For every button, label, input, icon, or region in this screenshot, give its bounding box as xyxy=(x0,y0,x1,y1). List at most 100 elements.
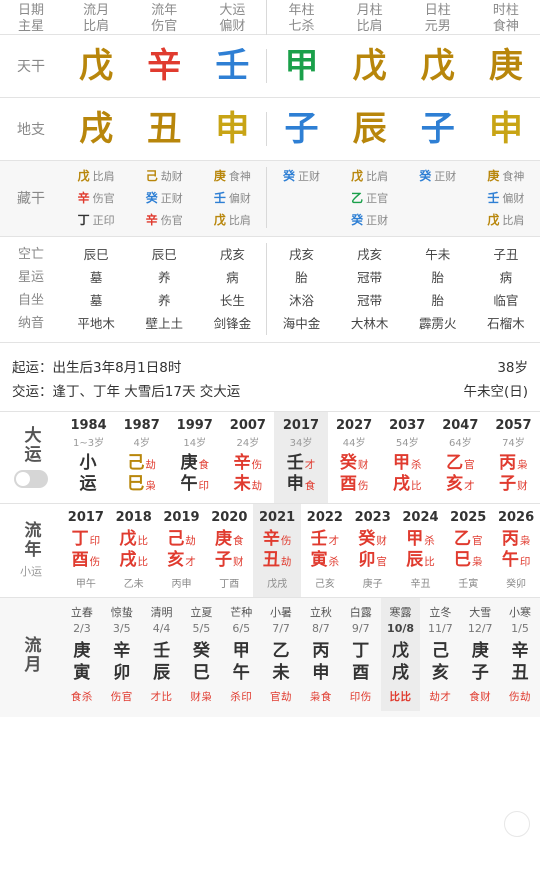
liunian-label-col: 流年 小运 xyxy=(0,504,62,598)
liunian-branch-ten: 枭 xyxy=(472,555,483,568)
liunian-stem-ten: 伤 xyxy=(280,534,292,547)
liunian-stem-ten: 官 xyxy=(472,534,483,547)
solar-term: 立冬 xyxy=(429,606,452,619)
dayun-branch: 子 xyxy=(499,474,517,495)
liuyue-ten-gods: 食杀 xyxy=(70,691,93,704)
dayun-toggle[interactable] xyxy=(14,470,48,489)
dayun-age: 34岁 xyxy=(289,438,313,449)
liuyue-cell-selected[interactable]: 寒露 10/8 戊 戌 比比 xyxy=(380,598,421,712)
pillar-table: 日期 主星 流月 比肩 流年 伤官 大运 偏财 年柱 七杀 月柱 比肩 日柱 元… xyxy=(0,0,540,160)
liuyue-cell[interactable]: 立夏 5/5 癸 巳 财枭 xyxy=(181,598,221,711)
dayun-cell[interactable]: 2057 74岁 丙枭 子财 xyxy=(487,412,540,503)
liuyue-branch: 酉 xyxy=(352,663,370,684)
tiangan-char: 壬 xyxy=(215,46,250,86)
liuyue-stem: 辛 xyxy=(113,641,131,661)
kongwang-value: 戌亥 xyxy=(357,247,383,262)
dayun-cell[interactable]: 1987 4岁 己劫 巳枭 xyxy=(115,412,168,503)
header-bottom-label: 七杀 xyxy=(288,19,315,34)
dayun-age: 74岁 xyxy=(502,438,525,449)
solar-term-date: 7/7 xyxy=(272,622,290,635)
liuyue-cell[interactable]: 大雪 12/7 庚 子 食财 xyxy=(460,598,500,711)
liunian-branch: 卯 xyxy=(358,549,376,570)
dayun-stem-ten: 劫 xyxy=(145,459,156,471)
liunian-branch: 酉 xyxy=(71,549,89,570)
dayun-cell[interactable]: 2037 54岁 甲杀 戌比 xyxy=(381,412,434,503)
header-top-label: 日柱 xyxy=(424,3,451,18)
hidden-stem-char: 癸 xyxy=(145,191,158,205)
liuyue-cell[interactable]: 立春 2/3 庚 寅 食杀 xyxy=(62,598,102,711)
solar-term-date: 10/8 xyxy=(387,622,415,635)
solar-term-date: 2/3 xyxy=(73,622,91,635)
dayun-cell[interactable]: 2007 24岁 辛伤 未劫 xyxy=(221,412,274,503)
xiaoyun-value: 丙申 xyxy=(171,579,192,590)
dayun-band: 大运 1984 1~3岁 小 运 1987 4岁 己劫 巳枭 1997 14岁 … xyxy=(0,411,540,503)
liunian-branch: 巳 xyxy=(454,549,472,570)
hidden-stem-ten: 食神 xyxy=(502,170,525,183)
solar-term: 芒种 xyxy=(230,606,253,619)
liuyue-cell[interactable]: 惊蛰 3/5 辛 卯 伤官 xyxy=(102,598,142,711)
liuyue-cell[interactable]: 白露 9/7 丁 酉 印伤 xyxy=(341,598,381,711)
liuyue-cell[interactable]: 芒种 6/5 甲 午 杀印 xyxy=(221,598,261,711)
liunian-stem-ten: 枭 xyxy=(519,534,531,547)
liunian-cell[interactable]: 2020 庚食 子财 丁酉 xyxy=(205,504,253,598)
xingyun-value: 病 xyxy=(226,270,239,285)
solar-term: 惊蛰 xyxy=(110,606,133,619)
zizuo-value: 冠带 xyxy=(357,293,383,308)
hidden-stem-char: 癸 xyxy=(282,169,295,183)
dizhi-char: 申 xyxy=(215,109,250,149)
liunian-band: 流年 小运 2017 丁印 酉伤 甲午 2018 戊比 戌比 乙未 2019 己… xyxy=(0,502,540,598)
dayun-cell[interactable]: 1984 1~3岁 小 运 xyxy=(62,412,115,503)
dayun-cell[interactable]: 2047 64岁 乙官 亥才 xyxy=(434,412,487,503)
liunian-cell[interactable]: 2026 丙枭 午印 癸卯 xyxy=(492,504,540,598)
liuyue-cell[interactable]: 立秋 8/7 丙 申 枭食 xyxy=(301,598,341,711)
liuyue-cell[interactable]: 小暑 7/7 乙 未 官劫 xyxy=(261,598,301,711)
hidden-stems-col: 癸正财 xyxy=(266,167,335,228)
hidden-stem-char: 庚 xyxy=(213,169,226,183)
liunian-stem: 壬 xyxy=(310,528,328,549)
liunian-branch: 午 xyxy=(501,549,519,570)
hidden-stem-char: 壬 xyxy=(487,191,500,205)
liuyue-branch: 寅 xyxy=(73,663,91,684)
liuyue-stem: 丁 xyxy=(352,641,370,661)
liunian-branch: 寅 xyxy=(310,549,328,570)
liuyue-cell[interactable]: 立冬 11/7 己 亥 劫才 xyxy=(420,598,460,711)
hidden-stem-char: 癸 xyxy=(351,213,364,227)
liuyue-cell[interactable]: 清明 4/4 壬 辰 才比 xyxy=(142,598,182,711)
liunian-cell[interactable]: 2019 己劫 亥才 丙申 xyxy=(158,504,206,598)
dayun-age: 24岁 xyxy=(236,438,260,449)
dayun-branch: 午 xyxy=(180,474,198,495)
liunian-cell[interactable]: 2025 乙官 巳枭 壬寅 xyxy=(444,504,492,598)
dayun-branch: 运 xyxy=(79,474,97,495)
dayun-cell-selected[interactable]: 2017 34岁 壬才 申食 xyxy=(274,412,328,503)
liuyue-branch: 戌 xyxy=(392,663,410,684)
dayun-cell[interactable]: 1997 14岁 庚食 午印 xyxy=(168,412,221,503)
tiangan-char: 戊 xyxy=(420,46,455,86)
liunian-stem: 乙 xyxy=(454,528,472,549)
liunian-cell[interactable]: 2024 甲杀 辰比 辛丑 xyxy=(397,504,445,598)
liunian-branch: 亥 xyxy=(167,549,185,570)
liunian-cell[interactable]: 2017 丁印 酉伤 甲午 xyxy=(62,504,110,598)
dayun-stem-ten: 财 xyxy=(357,459,369,471)
aux-col: 辰巳 墓 墓 平地木 xyxy=(62,243,130,335)
liuyue-cell[interactable]: 小寒 1/5 辛 丑 伤劫 xyxy=(500,598,540,711)
liunian-branch-ten: 劫 xyxy=(280,555,292,568)
liunian-cell[interactable]: 2023 癸财 卯官 庚子 xyxy=(349,504,397,598)
dayun-cell[interactable]: 2027 44岁 癸财 酉伤 xyxy=(328,412,381,503)
liunian-stem: 丁 xyxy=(71,528,89,549)
liunian-branch-ten: 财 xyxy=(233,555,244,568)
liunian-cell[interactable]: 2022 壬才 寅杀 己亥 xyxy=(301,504,349,598)
liuyue-stem: 辛 xyxy=(511,641,529,661)
xingyun-value: 病 xyxy=(499,270,513,285)
liuyue-ten-gods: 才比 xyxy=(150,691,173,704)
dayun-branch: 酉 xyxy=(339,474,357,495)
dayun-stem: 辛 xyxy=(233,453,251,473)
hidden-stem-ten: 比肩 xyxy=(92,170,115,183)
liunian-year: 2022 xyxy=(306,509,343,525)
liunian-cell[interactable]: 2018 戊比 戌比 乙未 xyxy=(110,504,158,598)
dizhi-char: 子 xyxy=(284,109,319,149)
dayun-branch-ten: 劫 xyxy=(251,480,263,493)
liunian-cell-selected[interactable]: 2021 辛伤 丑劫 戊戌 xyxy=(253,503,301,597)
hidden-stem-ten: 正财 xyxy=(366,214,389,227)
nayin-label: 纳音 xyxy=(17,316,44,331)
hidden-stem-ten: 正印 xyxy=(92,214,115,227)
